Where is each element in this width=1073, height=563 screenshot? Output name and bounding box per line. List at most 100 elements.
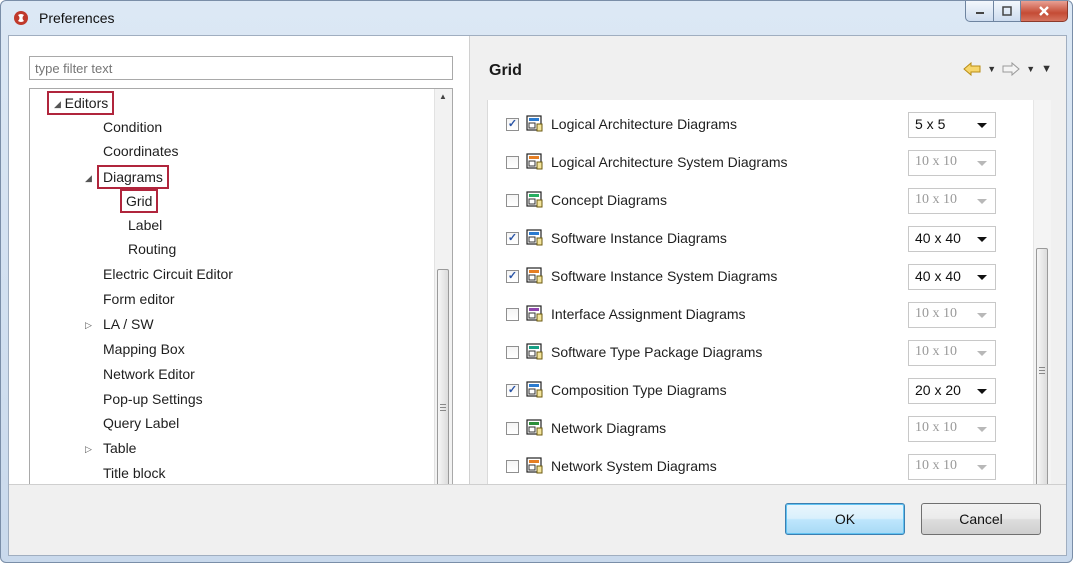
grid-setting-row: Network System Diagrams 10 x 10 bbox=[488, 454, 1028, 482]
tree-item-label: Pop-up Settings bbox=[103, 391, 203, 407]
filter-input[interactable] bbox=[29, 56, 453, 80]
diagram-type-label: Software Instance Diagrams bbox=[551, 230, 727, 246]
grid-settings-scrollbar[interactable] bbox=[1033, 100, 1051, 484]
tree-item-table[interactable]: Table bbox=[103, 436, 136, 460]
interface-assignment-diagram-icon bbox=[526, 305, 543, 322]
title-bar[interactable]: Preferences bbox=[1, 1, 1072, 35]
grid-size-value: 40 x 40 bbox=[915, 230, 961, 246]
forward-history-dropdown-icon[interactable]: ▼ bbox=[1026, 64, 1035, 74]
diagram-type-label: Logical Architecture System Diagrams bbox=[551, 154, 788, 170]
minimize-icon bbox=[975, 12, 984, 14]
forward-arrow-icon[interactable] bbox=[1002, 62, 1020, 76]
enable-grid-checkbox[interactable] bbox=[506, 460, 519, 473]
tree-item-label: Condition bbox=[103, 119, 163, 135]
enable-grid-checkbox[interactable] bbox=[506, 346, 519, 359]
back-history-dropdown-icon[interactable]: ▼ bbox=[987, 64, 996, 74]
tree-item-network-editor[interactable]: Network Editor bbox=[103, 362, 195, 386]
tree-item-label: Editors bbox=[64, 95, 109, 111]
chevron-down-icon bbox=[977, 275, 987, 280]
tree-item-la-sw[interactable]: LA / SW bbox=[103, 312, 154, 336]
tree-scrollbar[interactable]: ▲ bbox=[434, 89, 452, 484]
enable-grid-checkbox[interactable]: ✓ bbox=[506, 232, 519, 245]
chevron-down-icon bbox=[977, 313, 987, 318]
grid-settings-scrollbar-thumb[interactable] bbox=[1036, 248, 1048, 484]
grid-size-select[interactable]: 40 x 40 bbox=[908, 264, 996, 290]
chevron-down-icon bbox=[977, 123, 987, 128]
dialog-client-area: ◢ Editors Condition Coordinates ◢ Diagra… bbox=[8, 35, 1067, 556]
enable-grid-checkbox[interactable]: ✓ bbox=[506, 384, 519, 397]
enable-grid-checkbox[interactable] bbox=[506, 422, 519, 435]
enable-grid-checkbox[interactable] bbox=[506, 156, 519, 169]
tree-item-label: Network Editor bbox=[103, 366, 195, 382]
tree-item-form-editor[interactable]: Form editor bbox=[103, 287, 175, 311]
chevron-down-icon bbox=[977, 351, 987, 356]
grid-setting-row: ✓ Composition Type Diagrams 20 x 20 bbox=[488, 378, 1028, 406]
chevron-down-icon bbox=[977, 237, 987, 242]
tree-item-label: Diagrams bbox=[103, 169, 163, 185]
tree-item-routing[interactable]: Routing bbox=[128, 237, 176, 261]
preferences-window: Preferences ◢ Editors Condition Coordina… bbox=[0, 0, 1073, 563]
logical-architecture-system-diagram-icon bbox=[526, 153, 543, 170]
page-title: Grid bbox=[489, 62, 522, 79]
tree-scrollbar-thumb[interactable] bbox=[437, 269, 449, 484]
concept-diagram-icon bbox=[526, 191, 543, 208]
grid-setting-row: ✓ Software Instance Diagrams 40 x 40 bbox=[488, 226, 1028, 254]
tree-item-grid[interactable]: Grid bbox=[120, 189, 159, 213]
tree-item-condition[interactable]: Condition bbox=[103, 115, 162, 139]
diagram-type-label: Logical Architecture Diagrams bbox=[551, 116, 737, 132]
diagram-type-label: Software Instance System Diagrams bbox=[551, 268, 778, 284]
enable-grid-checkbox[interactable] bbox=[506, 194, 519, 207]
tree-item-label: Title block bbox=[103, 465, 166, 481]
grid-setting-row: Software Type Package Diagrams 10 x 10 bbox=[488, 340, 1028, 368]
enable-grid-checkbox[interactable]: ✓ bbox=[506, 118, 519, 131]
ok-button[interactable]: OK bbox=[785, 503, 905, 535]
enable-grid-checkbox[interactable]: ✓ bbox=[506, 270, 519, 283]
tree-item-query-label[interactable]: Query Label bbox=[103, 411, 179, 435]
maximize-icon bbox=[1002, 6, 1012, 16]
tree-item-mapping-box[interactable]: Mapping Box bbox=[103, 337, 185, 361]
diagram-type-label: Interface Assignment Diagrams bbox=[551, 306, 746, 322]
grid-size-select[interactable]: 20 x 20 bbox=[908, 378, 996, 404]
view-menu-icon[interactable]: ▼ bbox=[1041, 63, 1052, 75]
back-arrow-icon[interactable] bbox=[963, 62, 981, 76]
grid-size-select: 10 x 10 bbox=[908, 340, 996, 366]
tree-item-electric-circuit-editor[interactable]: Electric Circuit Editor bbox=[103, 262, 233, 286]
tree-item-label: Coordinates bbox=[103, 143, 179, 159]
maximize-button[interactable] bbox=[994, 1, 1021, 22]
tree-item-label[interactable]: Label bbox=[128, 213, 162, 237]
grid-size-value: 10 x 10 bbox=[915, 154, 957, 169]
enable-grid-checkbox[interactable] bbox=[506, 308, 519, 321]
page-header: Grid ▼ ▼ ▼ bbox=[470, 36, 1066, 100]
diagram-type-label: Concept Diagrams bbox=[551, 192, 667, 208]
software-instance-system-diagram-icon bbox=[526, 267, 543, 284]
tree-item-label: Query Label bbox=[103, 415, 180, 431]
software-type-package-diagram-icon bbox=[526, 343, 543, 360]
footer-separator bbox=[9, 484, 1066, 485]
close-button[interactable] bbox=[1021, 1, 1068, 22]
grid-setting-row: ✓ Software Instance System Diagrams 40 x 4… bbox=[488, 264, 1028, 292]
tree-item-coordinates[interactable]: Coordinates bbox=[103, 139, 179, 163]
tree-item-title-block[interactable]: Title block bbox=[103, 461, 166, 484]
grid-setting-row: Logical Architecture System Diagrams 10 x… bbox=[488, 150, 1028, 178]
chevron-down-icon bbox=[977, 389, 987, 394]
expand-arrow-icon[interactable]: ▷ bbox=[85, 444, 92, 455]
grid-size-value: 10 x 10 bbox=[915, 192, 957, 207]
preference-tree: ◢ Editors Condition Coordinates ◢ Diagra… bbox=[29, 88, 453, 484]
tree-item-label: Form editor bbox=[103, 291, 175, 307]
minimize-button[interactable] bbox=[965, 1, 994, 22]
scroll-up-icon[interactable]: ▲ bbox=[439, 92, 447, 101]
grid-size-select[interactable]: 5 x 5 bbox=[908, 112, 996, 138]
grid-size-select[interactable]: 40 x 40 bbox=[908, 226, 996, 252]
grid-setting-row: Network Diagrams 10 x 10 bbox=[488, 416, 1028, 444]
tree-item-editors[interactable]: Editors bbox=[47, 91, 115, 115]
tree-item-label: Grid bbox=[126, 193, 153, 209]
grid-setting-row: ✓ Logical Architecture Diagrams 5 x 5 bbox=[488, 112, 1028, 140]
grid-size-value: 10 x 10 bbox=[915, 420, 957, 435]
collapse-arrow-icon[interactable]: ◢ bbox=[85, 173, 92, 184]
cancel-button[interactable]: Cancel bbox=[921, 503, 1041, 535]
grid-size-value: 10 x 10 bbox=[915, 344, 957, 359]
grid-size-value: 5 x 5 bbox=[915, 116, 946, 132]
tree-item-popup-settings[interactable]: Pop-up Settings bbox=[103, 387, 203, 411]
expand-arrow-icon[interactable]: ▷ bbox=[85, 320, 92, 331]
tree-item-diagrams[interactable]: Diagrams bbox=[97, 165, 169, 189]
